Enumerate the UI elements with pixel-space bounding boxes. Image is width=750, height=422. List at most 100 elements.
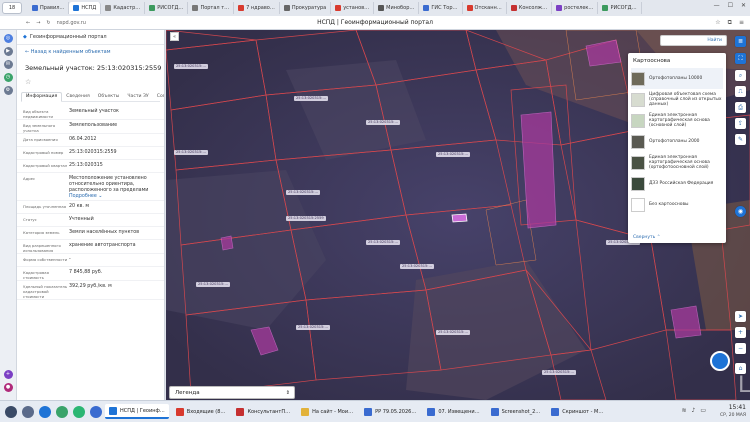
zoom-in-icon[interactable]: + <box>735 327 746 338</box>
sidebar-app-icon[interactable]: ✉ <box>3 60 13 69</box>
basemap-option[interactable]: Ортофотопланы 10000 <box>631 68 723 89</box>
clock[interactable]: 15:41 СР, 20 МАЯ <box>720 404 746 419</box>
url-field[interactable]: nspd.gov.ru <box>57 20 86 26</box>
browser-tab[interactable]: Минобор… <box>374 2 420 14</box>
taskbar-app[interactable]: КонсультантП… <box>232 404 294 419</box>
parcel-label[interactable]: 25:13:020315:2559 <box>286 216 326 221</box>
extensions-icon[interactable]: ⧉ <box>728 19 732 27</box>
volume-icon[interactable]: ♪ <box>691 407 695 414</box>
taskbar-app[interactable]: Входящие (8… <box>172 404 230 419</box>
zoom-out-icon[interactable]: − <box>735 343 746 354</box>
draw-icon[interactable]: ✎ <box>735 134 746 145</box>
info-tab[interactable]: Части ЗУ <box>123 94 152 101</box>
parcel-label[interactable]: 25:13:020315:… <box>174 64 209 69</box>
sidebar-app-icon[interactable]: ⚙ <box>3 86 13 95</box>
files-icon[interactable] <box>22 405 34 418</box>
workspace-badge[interactable]: 18 <box>2 2 22 14</box>
battery-icon[interactable]: ▭ <box>700 407 706 414</box>
home-extent-icon[interactable]: ⌂ <box>735 363 746 374</box>
browser-tab[interactable]: Правил… <box>28 2 70 14</box>
browser-tab[interactable]: Отсканн… <box>463 2 507 14</box>
parcel-label[interactable]: 25:13:020315:… <box>366 120 401 125</box>
basemap-option[interactable]: Без картоосновы <box>631 194 723 215</box>
print-icon[interactable]: ⎙ <box>735 102 746 113</box>
back-to-results-link[interactable]: ← Назад к найденным объектам <box>25 49 164 55</box>
browser-tab[interactable]: Портал т… <box>188 2 235 14</box>
locate-icon[interactable]: ➤ <box>735 311 746 322</box>
basemap-option[interactable]: ДЗЗ Российская Федерация <box>631 173 723 194</box>
start-icon[interactable] <box>5 405 17 418</box>
browser-tab[interactable]: ГИС Тор… <box>419 2 463 14</box>
basemap-option[interactable]: Ортофотопланы 2000 <box>631 131 723 152</box>
bookmark-icon[interactable]: ☆ <box>715 19 720 27</box>
legend-dropdown[interactable]: Легенда ⇕ <box>169 386 295 399</box>
taskbar-app[interactable]: Скриншот - М… <box>547 404 607 419</box>
taskbar-app[interactable]: На сайт - Мои… <box>297 404 357 419</box>
minimize-icon[interactable]: — <box>714 2 720 9</box>
info-tab[interactable]: Объекты <box>94 94 124 101</box>
more-details-link[interactable]: Подробнее ⌄ <box>69 194 164 200</box>
wifi-icon[interactable]: ≋ <box>681 407 686 414</box>
basemap-option[interactable]: Цифровая объектовая схема (справочный сл… <box>631 89 723 110</box>
measure-icon[interactable]: ⎍ <box>735 86 746 97</box>
browser-tab[interactable]: установ… <box>331 2 375 14</box>
parcel-label[interactable]: 25:13:020315:… <box>294 96 329 101</box>
browser-tab[interactable]: НСПД <box>69 2 102 14</box>
parcel-label[interactable]: 25:13:020315:… <box>400 264 435 269</box>
map-search-input[interactable]: Найти <box>660 35 727 46</box>
parcel-label[interactable]: 25:13:020315:… <box>366 240 401 245</box>
basemap-option-label: Цифровая объектовая схема (справочный сл… <box>649 91 722 108</box>
parcel-label[interactable]: 25:13:020315:… <box>436 152 471 157</box>
tab-label: НСПД <box>81 5 97 11</box>
attribute-row: Статус Учтенный <box>17 214 164 227</box>
browser-tab[interactable]: Консолж… <box>507 2 553 14</box>
info-tab[interactable]: Согла <box>153 94 164 101</box>
collapse-panel-button[interactable]: « <box>170 32 179 41</box>
parcel-label[interactable]: 25:13:020315:… <box>436 330 471 335</box>
taskbar-app[interactable]: НСПД | Геоинф… <box>105 404 169 419</box>
taskbar-app[interactable]: Screenshot_2… <box>487 404 545 419</box>
parcel-label[interactable]: 25:13:020315:… <box>286 190 321 195</box>
parcel-label[interactable]: 25:13:020315:… <box>296 325 331 330</box>
close-icon[interactable]: ✕ <box>741 2 746 9</box>
browser-tab[interactable]: РИСОГД… <box>598 2 642 14</box>
taskbar-app[interactable]: 07. Извещени… <box>423 404 483 419</box>
sidebar-app-icon[interactable]: ▶ <box>3 47 13 56</box>
info-tab[interactable]: Информация <box>21 92 63 102</box>
basemap-option[interactable]: Единая электронная картографическая осно… <box>631 152 723 173</box>
info-tab[interactable]: Сведения <box>62 94 94 101</box>
chat-bubble-button[interactable] <box>710 351 730 371</box>
favorite-icon[interactable]: ☆ <box>25 78 164 86</box>
parcel-label[interactable]: 25:13:020315:… <box>196 282 231 287</box>
messenger-icon[interactable] <box>56 405 68 418</box>
attribute-value: Местоположение установлено относительно … <box>69 176 149 193</box>
yandex-browser-icon[interactable] <box>39 405 51 418</box>
document-icon[interactable] <box>90 405 102 418</box>
assistant-icon[interactable]: ◉ <box>735 206 746 217</box>
browser-tab[interactable]: РИСОГД… <box>145 2 189 14</box>
share-icon[interactable]: ⇪ <box>735 118 746 129</box>
browser-tab[interactable]: Кадастр… <box>101 2 146 14</box>
browser-tab[interactable]: 7 ндраво… <box>234 2 280 14</box>
reload-icon[interactable]: ↻ <box>46 20 50 26</box>
parcel-label[interactable]: 25:13:020315:… <box>174 150 209 155</box>
attribute-key: Кадастровый квартал <box>23 163 68 168</box>
basemap-option[interactable]: Единая электронная картографическая осно… <box>631 110 723 131</box>
browser-tab[interactable]: ростелек… <box>552 2 599 14</box>
sidebar-app-icon[interactable]: ◷ <box>3 73 13 82</box>
maximize-icon[interactable]: ☐ <box>728 2 733 9</box>
forward-icon[interactable]: → <box>36 20 40 26</box>
sidebar-app-icon[interactable]: ◎ <box>3 34 13 43</box>
search-tool-icon[interactable]: ⌕ <box>735 70 746 81</box>
parcel-label[interactable]: 25:13:020315:… <box>542 370 577 375</box>
sidebar-app-icon[interactable]: + <box>3 370 13 379</box>
browser-tab[interactable]: Прокуратура <box>280 2 332 14</box>
basemap-icon[interactable]: ⛶ <box>735 53 746 64</box>
taskbar-app[interactable]: РР 79.05.2026… <box>360 404 420 419</box>
menu-icon[interactable]: ≡ <box>739 19 744 27</box>
layers-icon[interactable]: ≣ <box>735 36 746 47</box>
spreadsheet-icon[interactable] <box>73 405 85 418</box>
sidebar-app-icon[interactable]: ● <box>3 383 13 392</box>
basemap-collapse-link[interactable]: Свернуть ⌃ <box>633 235 661 240</box>
back-icon[interactable]: ← <box>26 20 30 26</box>
